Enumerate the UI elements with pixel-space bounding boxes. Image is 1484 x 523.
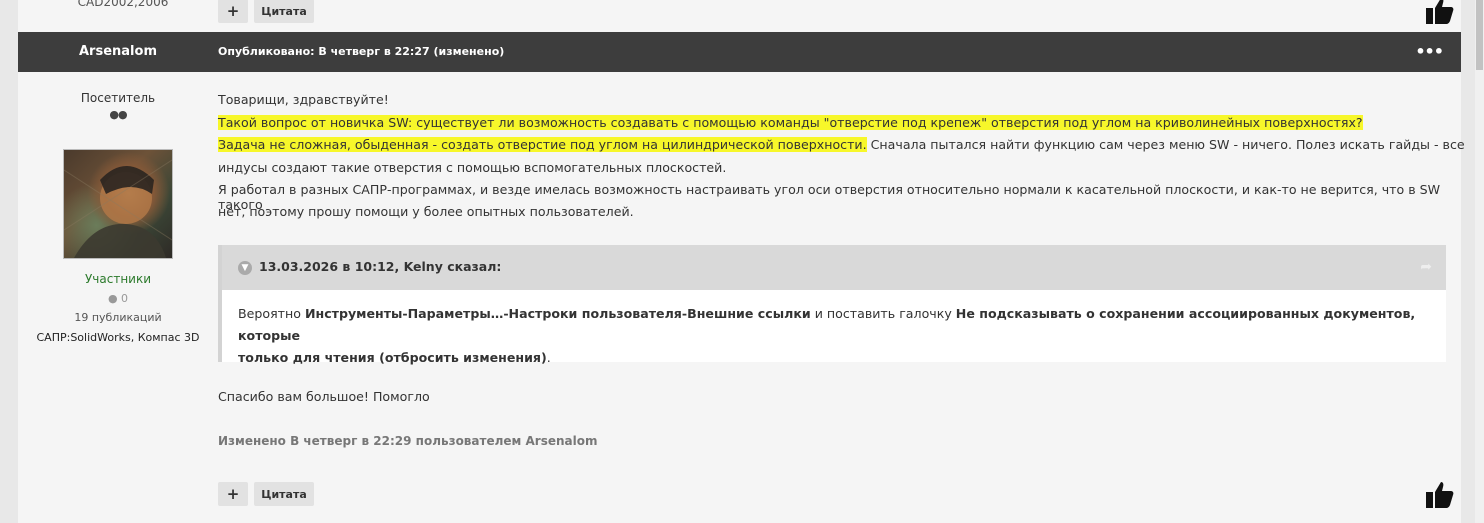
quote-text: . [546, 350, 551, 365]
quote-label: Цитата [261, 4, 307, 18]
highlighted-text: Задача не сложная, обыденная - создать о… [218, 137, 867, 152]
plus-button[interactable]: + [218, 482, 248, 506]
author-role: Посетитель [80, 91, 156, 105]
post-meta: Опубликовано: В четверг в 22:27 (изменен… [218, 45, 505, 58]
scrollbar[interactable] [1475, 0, 1484, 523]
post-line: индусы создают такие отверстия с помощью… [218, 160, 727, 175]
prev-author-cad: CAD2002,2006 [77, 0, 169, 9]
post-text: Сначала пытался найти функцию сам через … [866, 137, 1465, 152]
avatar-image [64, 159, 172, 258]
quote-body: Вероятно Инструменты-Параметры…-Настроки… [238, 303, 1428, 369]
share-arrow-icon[interactable]: ➦ [1420, 259, 1432, 275]
post-line: Задача не сложная, обыденная - создать о… [218, 137, 1465, 152]
prev-plus-button[interactable]: + [218, 0, 248, 23]
plus-label: + [226, 2, 240, 20]
quote-bold-text: Инструменты-Параметры…-Настроки пользова… [304, 306, 811, 321]
quote-bold-text: только для чтения (отбросить изменения) [238, 350, 547, 365]
scrollbar-thumb[interactable] [1476, 0, 1483, 70]
post-thanks: Спасибо вам большое! Помогло [218, 389, 430, 404]
thumbs-up-icon[interactable] [1424, 480, 1456, 510]
chevron-down-icon[interactable]: ▼ [238, 261, 252, 275]
post-line: Такой вопрос от новичка SW: существует л… [218, 115, 1363, 130]
post-line: нет, поэтому прошу помощи у более опытны… [218, 204, 634, 219]
quote-button[interactable]: Цитата [254, 482, 314, 506]
more-options-icon[interactable]: ••• [1415, 32, 1444, 72]
highlighted-text: Такой вопрос от новичка SW: существует л… [218, 115, 1363, 130]
author-group[interactable]: Участники [18, 272, 218, 286]
avatar[interactable] [63, 149, 173, 259]
edited-note: Изменено В четверг в 22:29 пользователем… [218, 434, 598, 448]
author-post-count: 19 публикаций [74, 311, 162, 324]
post-line: Товарищи, здравствуйте! [218, 92, 389, 107]
quote-text: Вероятно [238, 306, 305, 321]
quote-block: ▼ 13.03.2026 в 10:12, Kelny сказал: ➦ Ве… [218, 245, 1446, 365]
prev-quote-button[interactable]: Цитата [254, 0, 314, 23]
quote-text: и поставить галочку [810, 306, 956, 321]
author-reputation: ● 0 [107, 292, 129, 305]
author-cad-field: САПР:SolidWorks, Компас 3D [36, 331, 200, 344]
rank-dots-icon: ●● [109, 108, 127, 121]
quote-title: 13.03.2026 в 10:12, Kelny сказал: [259, 259, 502, 274]
quote-header[interactable]: ▼ 13.03.2026 в 10:12, Kelny сказал: ➦ [222, 245, 1446, 290]
post-header: Arsenalom Опубликовано: В четверг в 22:2… [18, 32, 1461, 72]
plus-label: + [226, 485, 240, 503]
post-author-name[interactable]: Arsenalom [18, 32, 218, 72]
quote-label: Цитата [261, 487, 307, 501]
thumbs-up-icon[interactable] [1424, 0, 1456, 26]
